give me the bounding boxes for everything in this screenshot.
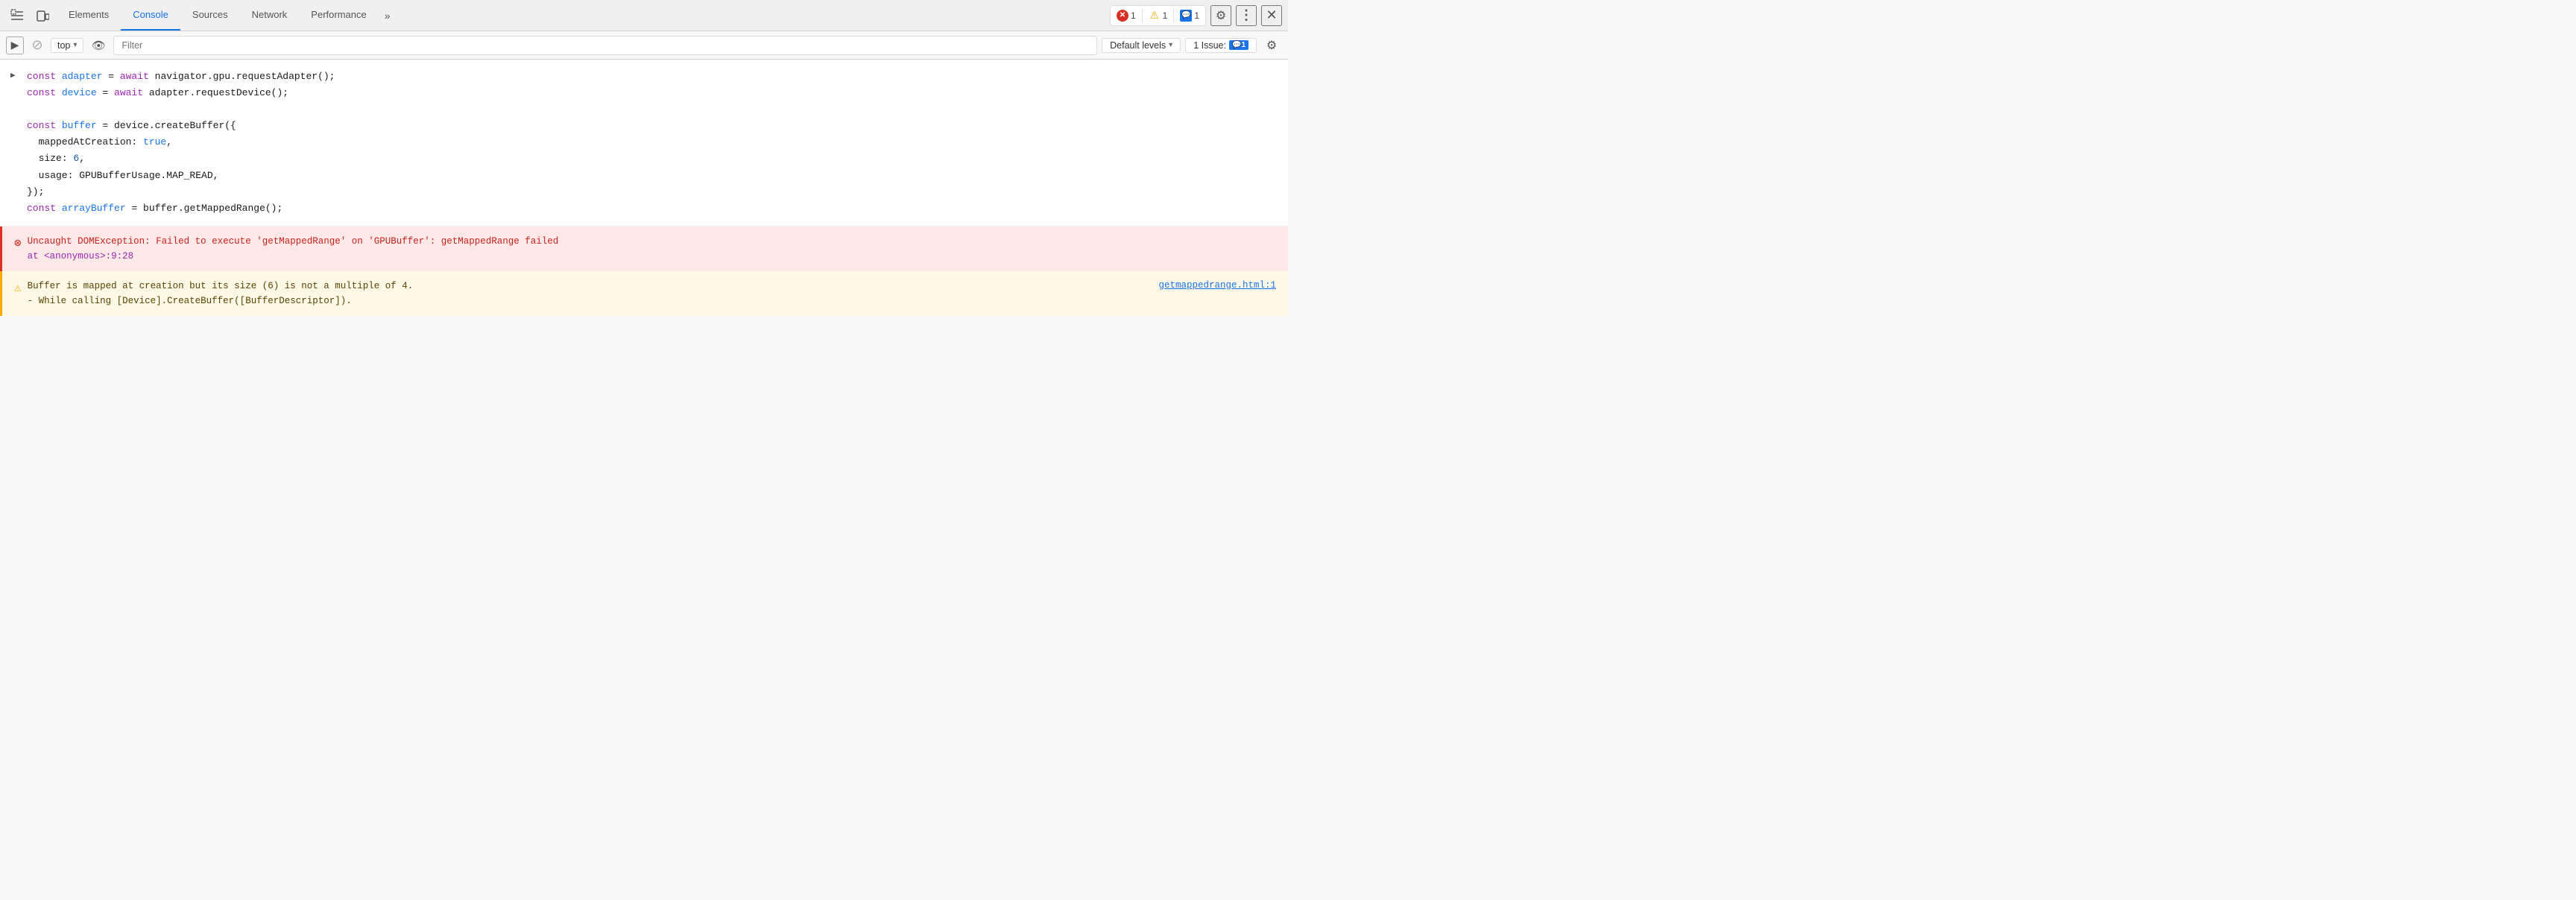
code-line-3: const buffer = device.createBuffer({ bbox=[27, 118, 1273, 134]
top-toolbar: Elements Console Sources Network Perform… bbox=[0, 0, 1288, 31]
keyword-const4: const bbox=[27, 200, 62, 217]
level-dropdown-arrow: ▾ bbox=[1169, 41, 1172, 49]
console-toolbar: ▶ ⊘ top ▾ 👁 Default levels ▾ 1 Issue: 💬 … bbox=[0, 31, 1288, 60]
warning-badge: ⚠ 1 bbox=[1149, 10, 1168, 22]
badge-divider2 bbox=[1173, 9, 1174, 22]
error-main-message: Uncaught DOMException: Failed to execute… bbox=[28, 234, 559, 249]
warning-triangle-icon: ⚠ bbox=[14, 279, 22, 297]
var-adapter: adapter bbox=[62, 69, 103, 85]
tab-elements[interactable]: Elements bbox=[57, 0, 121, 31]
badge-divider bbox=[1142, 9, 1143, 22]
error-icon: ✕ bbox=[1117, 10, 1128, 22]
more-options-button[interactable]: ⋮ bbox=[1236, 5, 1257, 26]
code-line-1: const adapter = await navigator.gpu.requ… bbox=[27, 69, 1273, 85]
var-device: device bbox=[62, 85, 97, 101]
call-createBuffer: = device.createBuffer({ bbox=[97, 118, 236, 134]
op-eq: = bbox=[102, 69, 119, 85]
more-tabs-button[interactable]: » bbox=[379, 0, 397, 31]
comma2: , bbox=[79, 150, 85, 167]
keyword-const2: const bbox=[27, 85, 62, 101]
indent-space2: size: bbox=[27, 150, 73, 167]
console-output: ▶ const adapter = await navigator.gpu.re… bbox=[0, 60, 1288, 316]
device-toggle-icon[interactable] bbox=[31, 4, 54, 27]
toolbar-right: ✕ 1 ⚠ 1 💬 1 ⚙ ⋮ ✕ bbox=[1110, 5, 1282, 26]
warning-source-link[interactable]: getmappedrange.html:1 bbox=[1158, 279, 1276, 293]
keyword-const3: const bbox=[27, 118, 62, 134]
issues-button[interactable]: 1 Issue: 💬 1 bbox=[1185, 38, 1257, 53]
settings-button[interactable]: ⚙ bbox=[1210, 5, 1231, 26]
error-badge: ✕ 1 bbox=[1117, 10, 1136, 22]
show-sidebar-button[interactable]: ▶ bbox=[6, 37, 24, 54]
tab-list: Elements Console Sources Network Perform… bbox=[57, 0, 1107, 31]
error-message-block: ⊗ Uncaught DOMException: Failed to execu… bbox=[0, 226, 1288, 271]
indent-space: mappedAtCreation: bbox=[27, 134, 143, 150]
filter-input[interactable] bbox=[113, 36, 1097, 55]
error-text: Uncaught DOMException: Failed to execute… bbox=[28, 234, 559, 264]
warning-sub-message: - While calling [Device].CreateBuffer([B… bbox=[28, 294, 1159, 308]
warning-text: Buffer is mapped at creation but its siz… bbox=[28, 279, 1159, 308]
val-6: 6 bbox=[73, 150, 79, 167]
live-expressions-button[interactable]: 👁 bbox=[88, 35, 109, 56]
error-warning-badge[interactable]: ✕ 1 ⚠ 1 💬 1 bbox=[1110, 5, 1206, 26]
call-requestDevice: adapter.requestDevice(); bbox=[149, 85, 288, 101]
log-level-selector[interactable]: Default levels ▾ bbox=[1102, 38, 1181, 53]
console-settings-button[interactable]: ⚙ bbox=[1261, 35, 1282, 56]
code-line-blank bbox=[27, 101, 1273, 118]
code-line-8: const arrayBuffer = buffer.getMappedRang… bbox=[27, 200, 1273, 217]
keyword-await: await bbox=[120, 69, 155, 85]
usage-line: usage: GPUBufferUsage.MAP_READ, bbox=[27, 168, 218, 184]
code-line-7: }); bbox=[27, 184, 1273, 200]
keyword-await2: await bbox=[114, 85, 149, 101]
code-line-4: mappedAtCreation: true, bbox=[27, 134, 1273, 150]
var-arrayBuffer: arrayBuffer bbox=[62, 200, 126, 217]
code-line-5: size: 6, bbox=[27, 150, 1273, 167]
warning-main-message: Buffer is mapped at creation but its siz… bbox=[28, 279, 1159, 294]
val-true: true bbox=[143, 134, 166, 150]
warning-icon: ⚠ bbox=[1149, 10, 1161, 22]
code-line-2: const device = await adapter.requestDevi… bbox=[27, 85, 1273, 101]
tab-console[interactable]: Console bbox=[121, 0, 180, 31]
context-selector[interactable]: top ▾ bbox=[51, 38, 83, 53]
message-badge: 💬 1 bbox=[1180, 10, 1199, 22]
call-getMappedRange: = buffer.getMappedRange(); bbox=[126, 200, 283, 217]
warning-message-block: ⚠ Buffer is mapped at creation but its s… bbox=[0, 271, 1288, 316]
warning-content: Buffer is mapped at creation but its siz… bbox=[28, 279, 1276, 308]
tab-sources[interactable]: Sources bbox=[180, 0, 240, 31]
code-block: ▶ const adapter = await navigator.gpu.re… bbox=[0, 60, 1288, 226]
tab-network[interactable]: Network bbox=[240, 0, 300, 31]
keyword-const: const bbox=[27, 69, 62, 85]
context-dropdown-arrow: ▾ bbox=[73, 41, 77, 49]
expand-arrow[interactable]: ▶ bbox=[10, 70, 16, 83]
code-line-6: usage: GPUBufferUsage.MAP_READ, bbox=[27, 168, 1273, 184]
close-devtools-button[interactable]: ✕ bbox=[1261, 5, 1282, 26]
tab-performance[interactable]: Performance bbox=[299, 0, 378, 31]
warning-body: Buffer is mapped at creation but its siz… bbox=[28, 279, 1276, 308]
message-icon: 💬 bbox=[1180, 10, 1192, 22]
error-circle-icon: ⊗ bbox=[14, 235, 22, 253]
comma1: , bbox=[166, 134, 172, 150]
op-eq2: = bbox=[97, 85, 114, 101]
error-location: at <anonymous>:9:28 bbox=[28, 249, 559, 264]
closing-brace: }); bbox=[27, 184, 44, 200]
call-requestAdapter: navigator.gpu.requestAdapter(); bbox=[155, 69, 335, 85]
clear-console-button[interactable]: ⊘ bbox=[28, 37, 46, 54]
inspect-icon[interactable] bbox=[6, 4, 28, 27]
var-buffer: buffer bbox=[62, 118, 97, 134]
issues-count-badge: 💬 1 bbox=[1229, 40, 1248, 50]
